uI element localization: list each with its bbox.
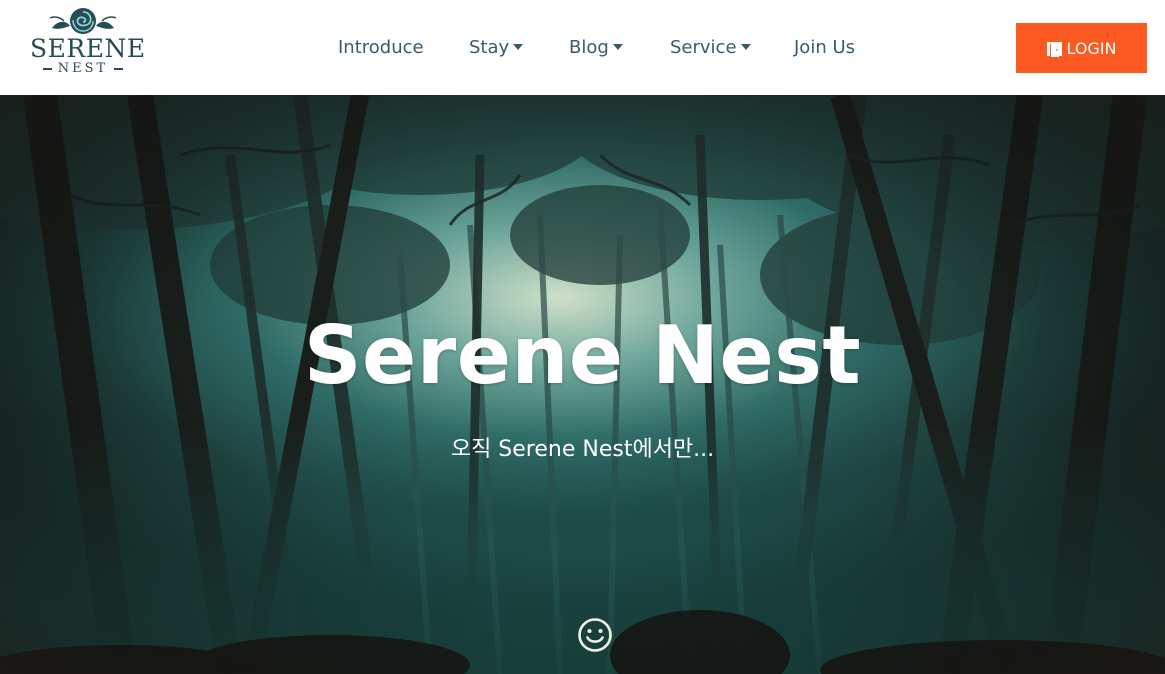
nav-blog-label: Blog [569, 37, 609, 58]
chevron-down-icon [513, 43, 524, 50]
smiley-icon[interactable] [577, 617, 613, 653]
nav-introduce-label: Introduce [338, 37, 424, 58]
brand-subname-text: NEST [57, 61, 109, 76]
nav-join-us-label: Join Us [794, 37, 856, 58]
door-icon [1047, 41, 1063, 57]
chevron-down-icon [740, 43, 751, 50]
nav-stay-label: Stay [469, 37, 510, 58]
login-label: LOGIN [1066, 38, 1117, 58]
nav-stay[interactable]: Stay [469, 36, 524, 60]
nav-introduce[interactable]: Introduce [338, 36, 424, 60]
nav-join-us[interactable]: Join Us [794, 36, 855, 60]
site-header: SERENE NEST Introduce Stay Blog Service … [0, 0, 1165, 95]
nav-service-label: Service [670, 37, 737, 58]
nav-blog[interactable]: Blog [569, 36, 623, 60]
chevron-down-icon [612, 43, 623, 50]
brand-subname: NEST [30, 62, 136, 76]
hero-title: Serene Nest [303, 309, 862, 402]
rose-icon [49, 8, 117, 34]
hero-banner: Serene Nest 오직 Serene Nest에서만... [0, 95, 1165, 674]
brand-name: SERENE [30, 34, 146, 63]
login-button[interactable]: LOGIN [1016, 23, 1147, 73]
nav-service[interactable]: Service [670, 36, 751, 60]
hero-subtitle: 오직 Serene Nest에서만... [450, 437, 715, 462]
brand-logo[interactable]: SERENE NEST [30, 6, 146, 86]
